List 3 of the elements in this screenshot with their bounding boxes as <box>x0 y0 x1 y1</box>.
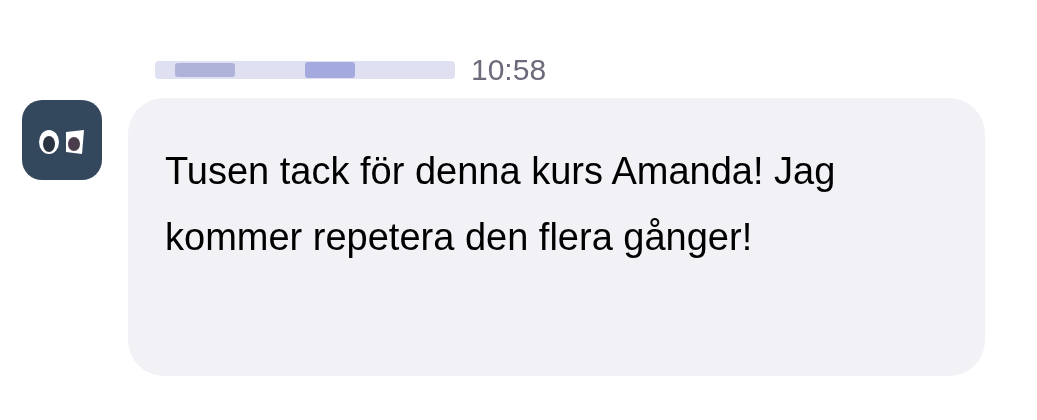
message-text: Tusen tack för denna kurs Amanda! Jag kommer repetera den flera gånger! <box>165 149 837 260</box>
message-time: 10:58 <box>471 55 547 85</box>
avatar-icon <box>22 100 102 180</box>
